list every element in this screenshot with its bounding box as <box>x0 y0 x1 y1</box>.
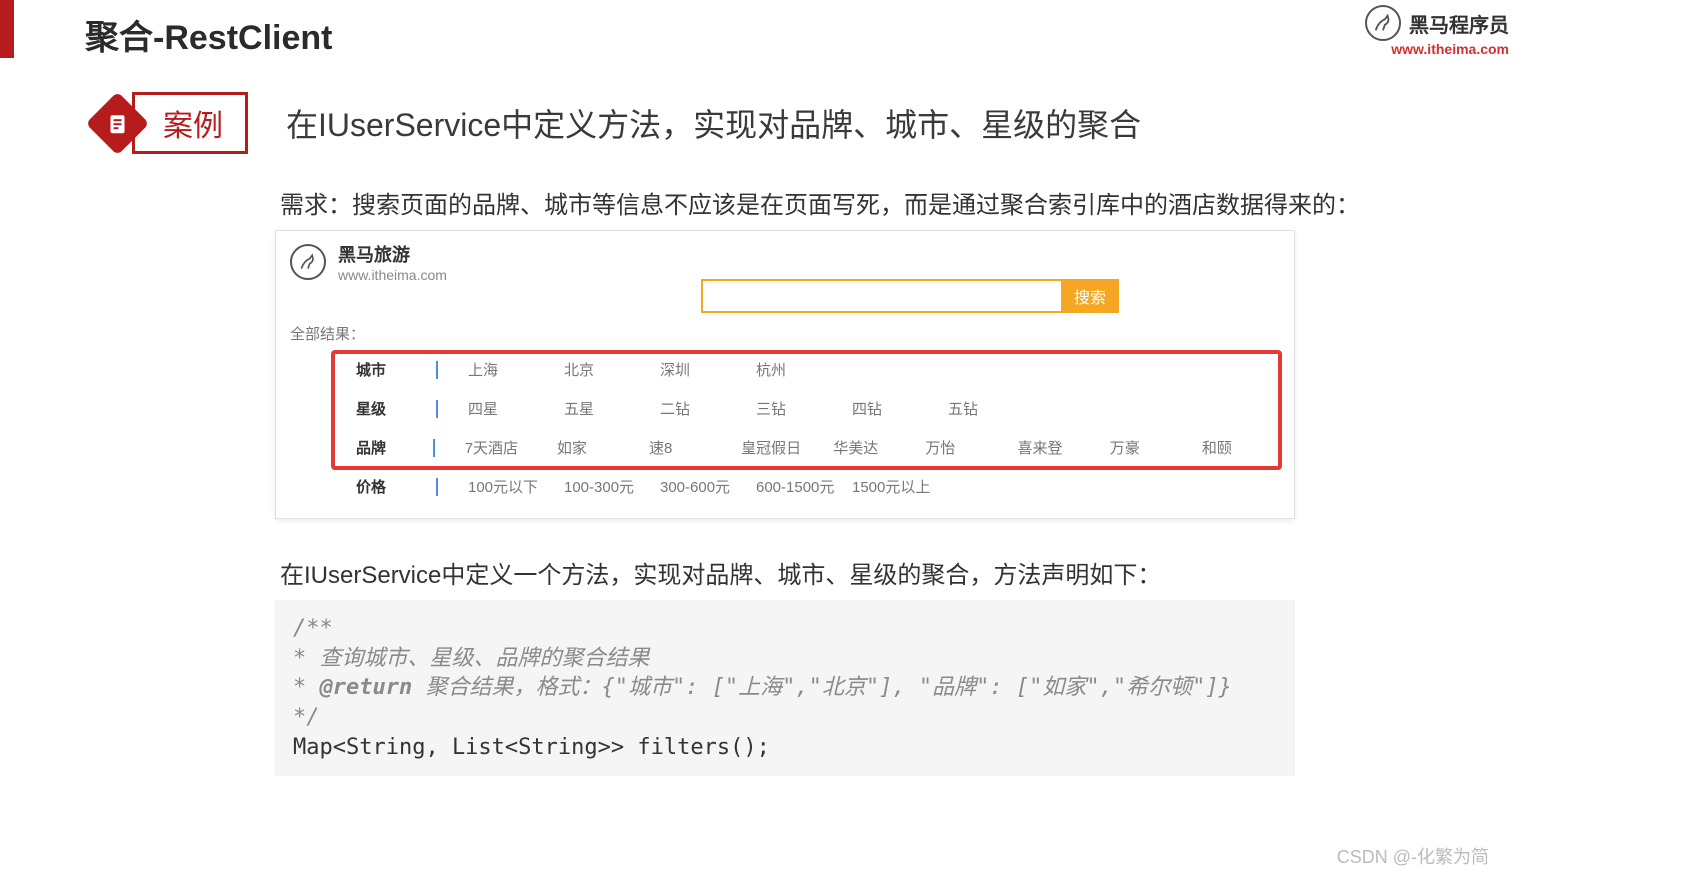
brand-logo-top: 黑马程序员 www.itheima.com <box>1365 5 1509 41</box>
footer-credit: CSDN @-化繁为简 <box>1337 843 1489 869</box>
requirement-text: 需求：搜索页面的品牌、城市等信息不应该是在页面写死，而是通过聚合索引库中的酒店数… <box>280 185 1360 220</box>
case-row: 案例 在IUserService中定义方法，实现对品牌、城市、星级的聚合 <box>95 92 1141 154</box>
filter-option[interactable]: 如家 <box>557 437 649 458</box>
separator-icon <box>436 478 438 496</box>
brand-cn: 黑马程序员 <box>1409 9 1509 38</box>
filter-option[interactable]: 万怡 <box>925 437 1017 458</box>
filter-option[interactable]: 四星 <box>468 398 564 419</box>
filter-option[interactable]: 三钻 <box>756 398 852 419</box>
filter-option[interactable]: 万豪 <box>1110 437 1202 458</box>
filter-row-star: 星级 四星 五星 二钻 三钻 四钻 五钻 <box>276 389 1294 428</box>
filter-option[interactable]: 皇冠假日 <box>741 437 833 458</box>
horse-icon <box>1365 5 1401 41</box>
panel-horse-icon <box>290 244 326 280</box>
page-title: 聚合-RestClient <box>85 10 332 59</box>
accent-bar <box>0 0 14 58</box>
code-line: * 查询城市、星级、品牌的聚合结果 <box>293 644 1277 674</box>
req-label: 需求： <box>280 192 352 219</box>
filter-row-price: 价格 100元以下 100-300元 300-600元 600-1500元 15… <box>276 467 1294 506</box>
filter-label: 价格 <box>356 476 436 497</box>
separator-icon <box>436 400 438 418</box>
method-description: 在IUserService中定义一个方法，实现对品牌、城市、星级的聚合，方法声明… <box>280 555 1161 590</box>
separator-icon <box>433 439 435 457</box>
filter-option[interactable]: 五星 <box>564 398 660 419</box>
filter-option[interactable]: 1500元以上 <box>852 476 948 497</box>
filter-option[interactable]: 喜来登 <box>1018 437 1110 458</box>
filter-option[interactable]: 300-600元 <box>660 476 756 497</box>
filter-option[interactable]: 100-300元 <box>564 476 660 497</box>
filter-option[interactable]: 100元以下 <box>468 476 564 497</box>
panel-brand-cn: 黑马旅游 <box>338 241 447 267</box>
separator-icon <box>436 361 438 379</box>
filter-option[interactable]: 华美达 <box>833 437 925 458</box>
filter-option[interactable]: 上海 <box>468 359 564 380</box>
filter-label: 城市 <box>356 359 436 380</box>
filter-option[interactable]: 五钻 <box>948 398 1044 419</box>
filter-option[interactable]: 7天酒店 <box>465 437 557 458</box>
filter-row-brand: 品牌 7天酒店 如家 速8 皇冠假日 华美达 万怡 喜来登 万豪 和颐 <box>276 428 1294 467</box>
panel-brand-url: www.itheima.com <box>338 267 447 283</box>
search-button[interactable]: 搜索 <box>1061 279 1119 313</box>
filter-option[interactable]: 600-1500元 <box>756 476 852 497</box>
filter-option[interactable]: 二钻 <box>660 398 756 419</box>
code-line: */ <box>293 703 1277 733</box>
case-heading: 在IUserService中定义方法，实现对品牌、城市、星级的聚合 <box>286 100 1141 146</box>
filter-area: 城市 上海 北京 深圳 杭州 星级 四星 五星 二钻 三钻 四钻 五钻 品牌 7… <box>276 350 1294 518</box>
filter-option[interactable]: 北京 <box>564 359 660 380</box>
filter-option[interactable]: 四钻 <box>852 398 948 419</box>
search-input[interactable] <box>701 279 1061 313</box>
search-bar: 搜索 <box>701 279 1119 313</box>
filter-row-city: 城市 上海 北京 深圳 杭州 <box>276 350 1294 389</box>
filter-label: 星级 <box>356 398 436 419</box>
case-badge: 案例 <box>132 92 248 154</box>
code-block: /** * 查询城市、星级、品牌的聚合结果 * @return 聚合结果，格式：… <box>275 600 1295 776</box>
filter-option[interactable]: 速8 <box>649 437 741 458</box>
filter-option[interactable]: 和颐 <box>1202 437 1294 458</box>
req-body: 搜索页面的品牌、城市等信息不应该是在页面写死，而是通过聚合索引库中的酒店数据得来… <box>352 192 1360 219</box>
code-line: * @return 聚合结果，格式：{"城市": ["上海","北京"], "品… <box>293 673 1277 703</box>
filter-option[interactable]: 杭州 <box>756 359 852 380</box>
browser-panel: 黑马旅游 www.itheima.com 搜索 全部结果： 城市 上海 北京 深… <box>275 230 1295 519</box>
filter-option[interactable]: 深圳 <box>660 359 756 380</box>
brand-url: www.itheima.com <box>1391 41 1509 57</box>
filter-label: 品牌 <box>356 437 433 458</box>
code-line: /** <box>293 614 1277 644</box>
code-line: Map<String, List<String>> filters(); <box>293 733 1277 763</box>
panel-brand: 黑马旅游 www.itheima.com <box>338 241 447 283</box>
